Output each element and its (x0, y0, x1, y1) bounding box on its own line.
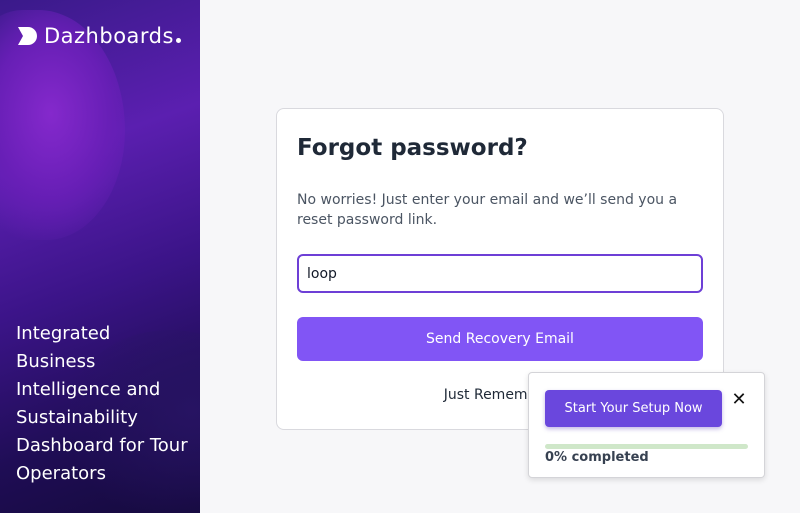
email-field[interactable] (297, 254, 703, 293)
start-setup-button[interactable]: Start Your Setup Now (545, 390, 722, 427)
sidebar-tagline: Integrated Business Intelligence and Sus… (16, 323, 188, 484)
setup-popup: Start Your Setup Now ✕ 0% completed (528, 372, 765, 478)
page-title: Forgot password? (297, 135, 528, 161)
sidebar: Dazhboards Integrated Business Intellige… (0, 0, 200, 513)
setup-progress-text: 0% completed (545, 450, 649, 465)
setup-progress-bar (545, 444, 748, 449)
send-recovery-email-button[interactable]: Send Recovery Email (297, 317, 703, 361)
close-icon[interactable]: ✕ (729, 390, 749, 410)
dazhboards-logo-icon (18, 27, 37, 45)
form-description: No worries! Just enter your email and we… (297, 192, 678, 228)
logo[interactable]: Dazhboards (16, 24, 181, 48)
logo-text: Dazhboards (44, 24, 181, 48)
